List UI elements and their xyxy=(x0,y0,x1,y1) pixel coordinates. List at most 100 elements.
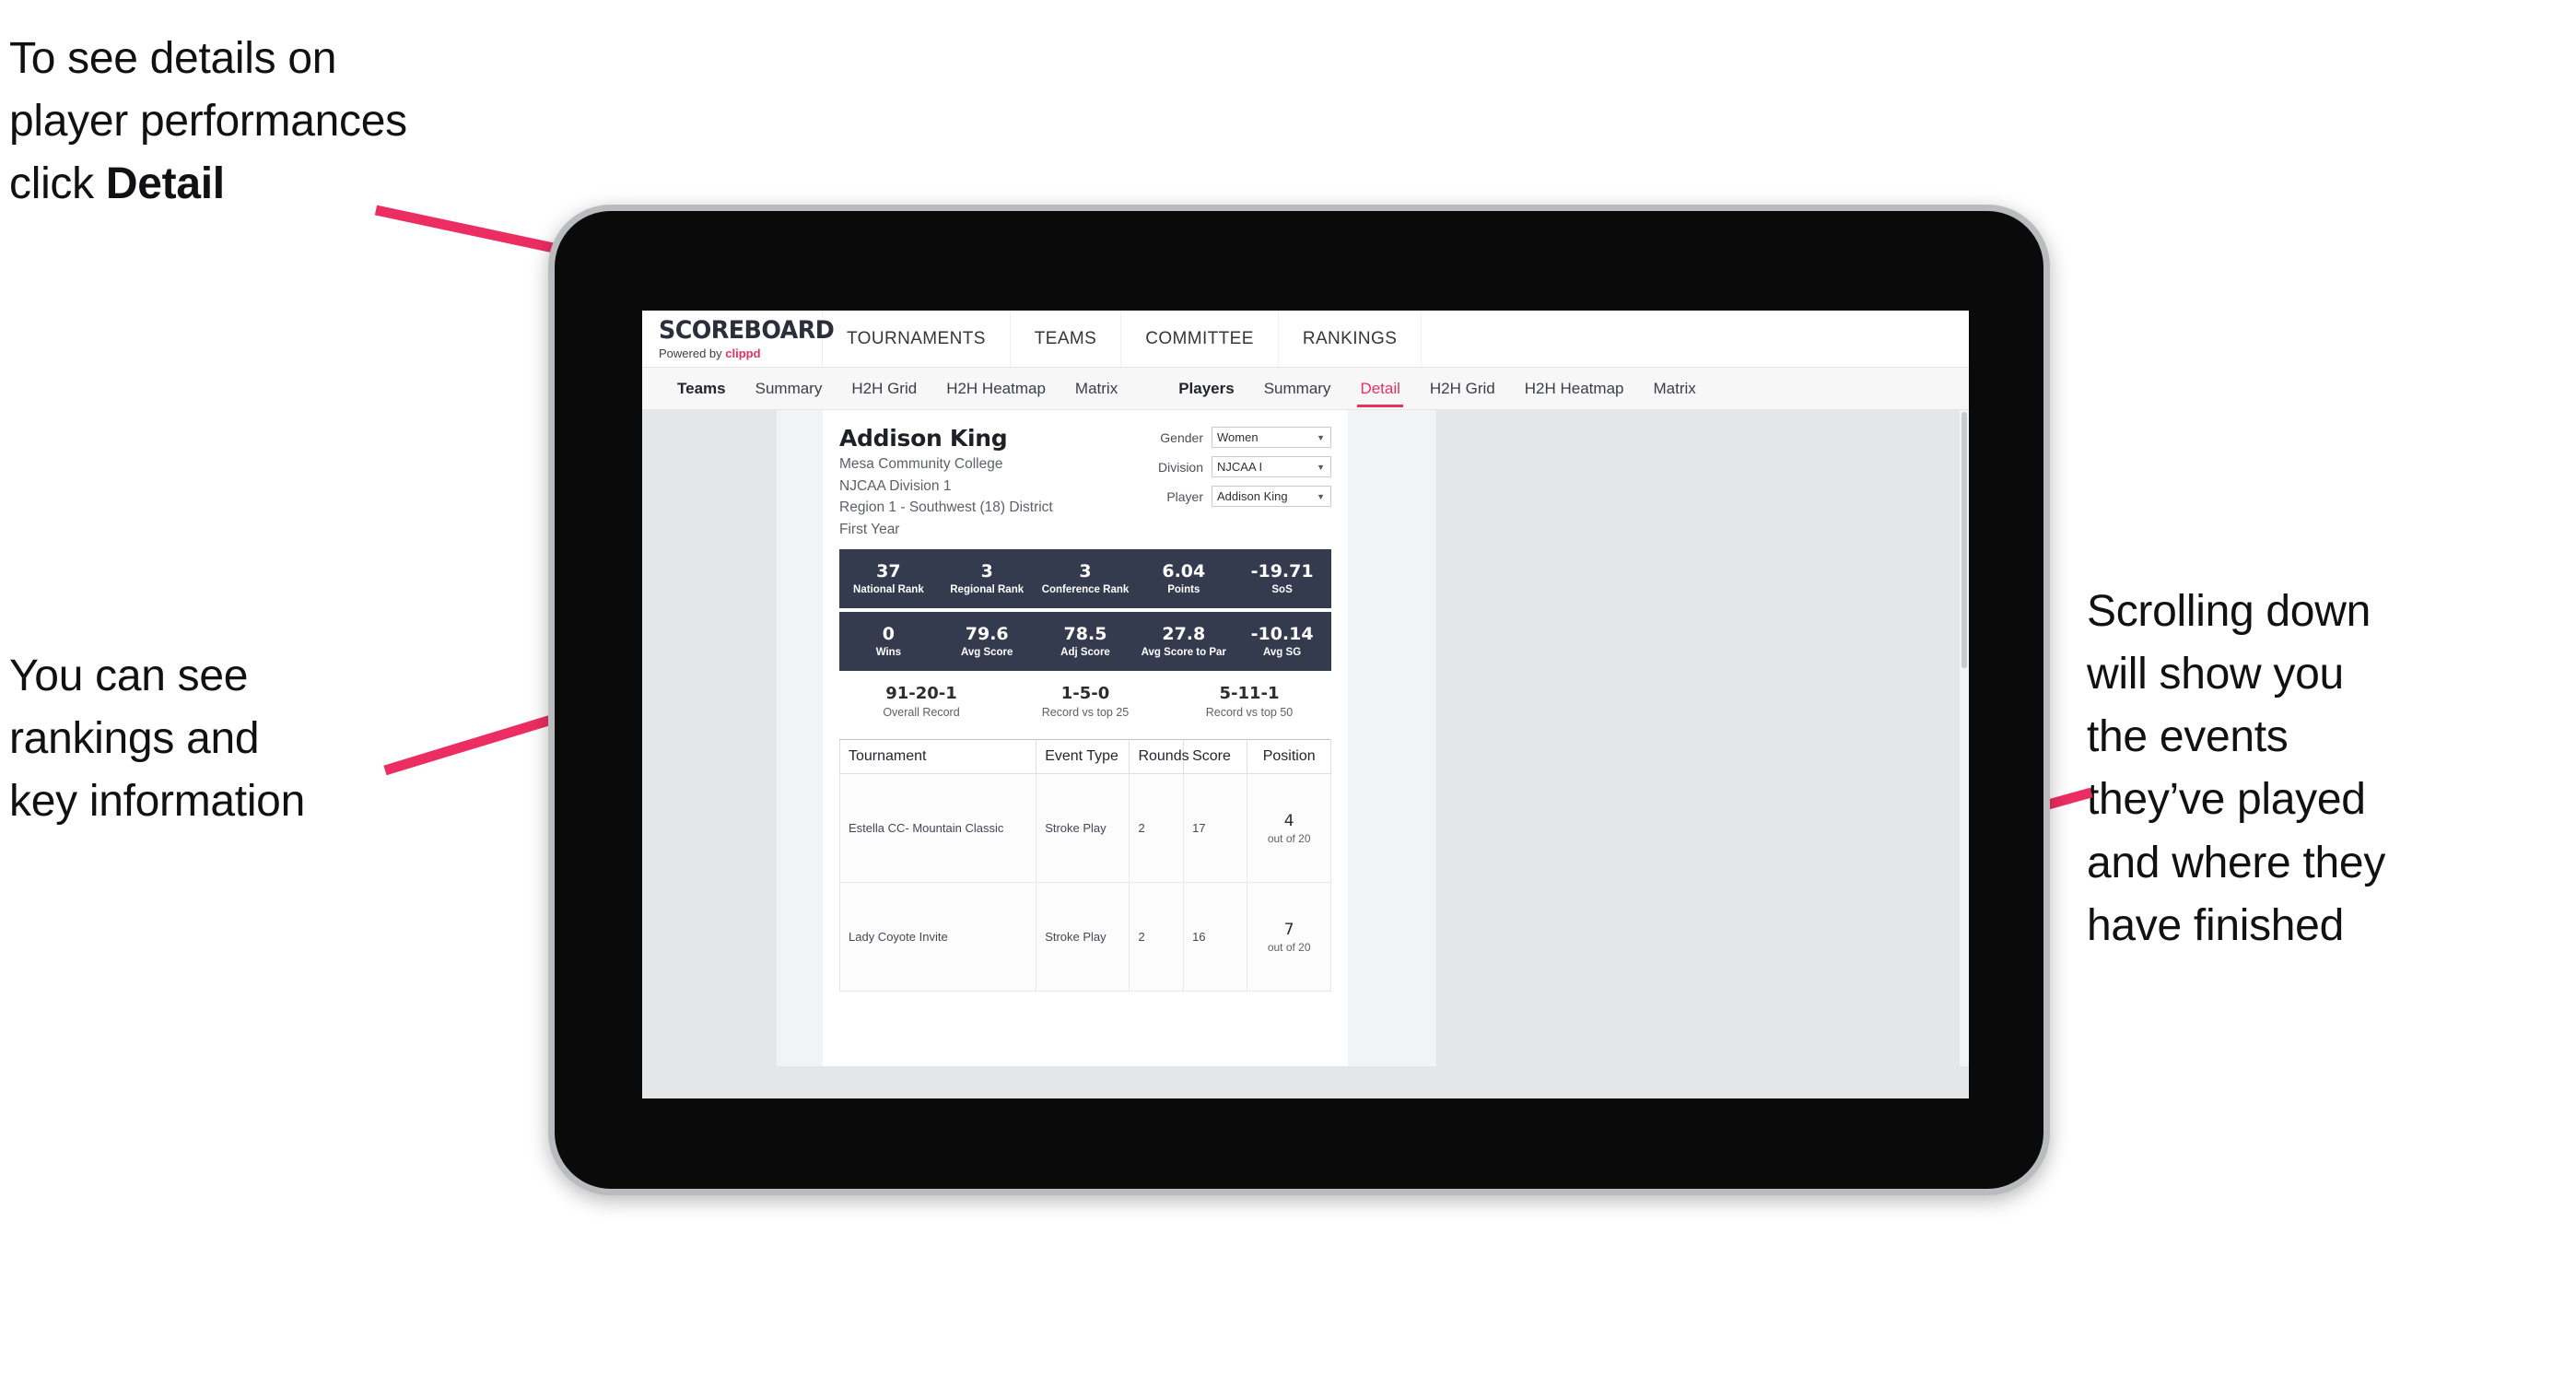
vertical-scrollbar[interactable] xyxy=(1960,410,1969,1066)
records-row: 91-20-1 Overall Record 1-5-0 Record vs t… xyxy=(839,684,1331,719)
cell-event-type: Stroke Play xyxy=(1036,773,1130,884)
filter-division: Division NJCAA I ▼ xyxy=(1158,456,1331,477)
position-number: 4 xyxy=(1283,811,1294,830)
record-value: 91-20-1 xyxy=(885,684,957,704)
chevron-down-icon: ▼ xyxy=(1317,462,1325,472)
tablet-device-frame: SCOREBOARD Powered by clippd TOURNAMENTS… xyxy=(548,205,2050,1195)
logo-powered-prefix: Powered by xyxy=(659,346,726,360)
cell-score: 16 xyxy=(1183,882,1248,993)
record-label: Record vs top 50 xyxy=(1205,706,1294,720)
filter-player: Player Addison King ▼ xyxy=(1158,486,1331,507)
stat-value: -10.14 xyxy=(1250,624,1314,645)
record-label: Record vs top 25 xyxy=(1041,706,1130,720)
nav-item-rankings[interactable]: RANKINGS xyxy=(1279,311,1423,367)
stat-value: 79.6 xyxy=(965,624,1009,645)
cell-event-type: Stroke Play xyxy=(1036,882,1130,993)
stat-label: Points xyxy=(1167,584,1200,596)
column-header-event-type[interactable]: Event Type xyxy=(1036,739,1130,775)
stat-avg-sg: -10.14 Avg SG xyxy=(1233,624,1331,658)
table-row[interactable]: Estella CC- Mountain Classic Stroke Play… xyxy=(838,773,1331,884)
nav-item-teams[interactable]: TEAMS xyxy=(1011,311,1122,367)
column-header-tournament[interactable]: Tournament xyxy=(838,739,1037,775)
app-logo[interactable]: SCOREBOARD Powered by clippd xyxy=(642,311,835,367)
stat-conference-rank: 3 Conference Rank xyxy=(1036,561,1135,595)
teams-group-label: Teams xyxy=(677,379,726,397)
player-division: NJCAA Division 1 xyxy=(839,477,952,494)
stat-avg-score: 79.6 Avg Score xyxy=(938,624,1036,659)
player-identity: Addison King Mesa Community College NJCA… xyxy=(839,425,1053,540)
stats-row-scoring: 0 Wins 79.6 Avg Score 78.5 Adj Score 27.… xyxy=(839,612,1331,672)
dashboard-body: Addison King Mesa Community College NJCA… xyxy=(642,410,1969,1098)
stat-value: 3 xyxy=(1079,561,1092,582)
events-table: Tournament Event Type Rounds Score Posit… xyxy=(838,739,1331,993)
players-tab-group: Players Summary Detail H2H Grid H2H Heat… xyxy=(1164,368,1711,409)
chevron-down-icon: ▼ xyxy=(1317,432,1325,442)
teams-tab-group: Teams Summary H2H Grid H2H Heatmap Matri… xyxy=(662,368,1132,409)
filter-gender-select[interactable]: Women ▼ xyxy=(1212,427,1331,448)
filter-division-label: Division xyxy=(1157,459,1203,475)
stat-value: 0 xyxy=(882,624,896,645)
slide-canvas: To see details on player performances cl… xyxy=(0,0,2576,1386)
stat-label: Avg Score to Par xyxy=(1141,647,1226,659)
stat-value: 78.5 xyxy=(1063,624,1107,645)
record-value: 1-5-0 xyxy=(1060,684,1110,704)
stat-label: Wins xyxy=(875,647,902,659)
stat-label: SoS xyxy=(1271,584,1293,596)
tab-players-h2h-grid[interactable]: H2H Grid xyxy=(1415,368,1510,409)
player-header: Addison King Mesa Community College NJCA… xyxy=(839,425,1331,540)
cell-position: 7 out of 20 xyxy=(1247,882,1331,993)
record-overall: 91-20-1 Overall Record xyxy=(839,684,1003,719)
tab-players-summary[interactable]: Summary xyxy=(1249,368,1346,409)
stat-wins: 0 Wins xyxy=(839,624,938,659)
record-vs-top-25: 1-5-0 Record vs top 25 xyxy=(1003,684,1167,719)
cell-rounds: 2 xyxy=(1129,882,1185,993)
chevron-down-icon: ▼ xyxy=(1317,491,1325,501)
cell-tournament: Estella CC- Mountain Classic xyxy=(838,773,1037,884)
column-header-rounds[interactable]: Rounds xyxy=(1129,739,1189,775)
filter-division-select[interactable]: NJCAA I ▼ xyxy=(1212,456,1331,477)
tab-teams-matrix[interactable]: Matrix xyxy=(1060,368,1132,409)
stat-value: -19.71 xyxy=(1250,561,1314,582)
secondary-tab-bar: Teams Summary H2H Grid H2H Heatmap Matri… xyxy=(642,368,1969,410)
column-header-score[interactable]: Score xyxy=(1183,739,1248,775)
table-row[interactable]: Lady Coyote Invite Stroke Play 2 16 7 ou… xyxy=(838,882,1331,993)
nav-item-tournaments[interactable]: TOURNAMENTS xyxy=(823,311,1011,367)
stats-row-rankings: 37 National Rank 3 Regional Rank 3 Confe… xyxy=(839,549,1331,609)
player-detail-card: Addison King Mesa Community College NJCA… xyxy=(823,410,1348,1066)
tab-players-detail[interactable]: Detail xyxy=(1345,368,1414,409)
annotation-click-detail: To see details on player performances cl… xyxy=(9,28,599,216)
tab-players-h2h-heatmap[interactable]: H2H Heatmap xyxy=(1510,368,1639,409)
tab-teams-summary[interactable]: Summary xyxy=(741,368,837,409)
nav-item-committee[interactable]: COMMITTEE xyxy=(1121,311,1279,367)
logo-title: SCOREBOARD xyxy=(659,315,835,345)
tablet-screen: SCOREBOARD Powered by clippd TOURNAMENTS… xyxy=(642,311,1969,1098)
annotation-click-detail-bold: Detail xyxy=(105,159,225,209)
stat-value: 37 xyxy=(876,561,901,582)
player-school: Mesa Community College xyxy=(839,456,1003,472)
primary-nav: TOURNAMENTS TEAMS COMMITTEE RANKINGS xyxy=(823,311,1423,367)
record-label: Overall Record xyxy=(883,706,960,720)
cell-tournament: Lady Coyote Invite xyxy=(838,882,1037,993)
filter-gender-value: Women xyxy=(1217,430,1259,444)
table-header-row: Tournament Event Type Rounds Score Posit… xyxy=(838,739,1331,775)
logo-subtitle: Powered by clippd xyxy=(659,346,822,360)
stat-national-rank: 37 National Rank xyxy=(839,561,938,595)
tab-teams-h2h-grid[interactable]: H2H Grid xyxy=(837,368,931,409)
scrollbar-thumb[interactable] xyxy=(1961,412,1967,668)
tab-teams-h2h-heatmap[interactable]: H2H Heatmap xyxy=(931,368,1060,409)
filter-player-value: Addison King xyxy=(1217,489,1288,503)
stat-label: Regional Rank xyxy=(950,584,1025,596)
player-region: Region 1 - Southwest (18) District xyxy=(839,499,1053,516)
player-year: First Year xyxy=(839,521,900,537)
stat-label: Adj Score xyxy=(1060,647,1110,659)
stat-label: Avg Score xyxy=(960,647,1013,659)
filter-division-value: NJCAA I xyxy=(1217,460,1263,474)
annotation-rankings-info: You can see rankings and key information xyxy=(9,652,305,827)
position-number: 7 xyxy=(1283,920,1294,939)
filter-player-select[interactable]: Addison King ▼ xyxy=(1212,486,1331,507)
tab-players-matrix[interactable]: Matrix xyxy=(1638,368,1710,409)
annotation-scroll-events: Scrolling down will show you the events … xyxy=(2087,587,2386,950)
position-outof: out of 20 xyxy=(1267,831,1311,845)
column-header-position[interactable]: Position xyxy=(1247,739,1331,775)
stat-points: 6.04 Points xyxy=(1134,561,1233,596)
